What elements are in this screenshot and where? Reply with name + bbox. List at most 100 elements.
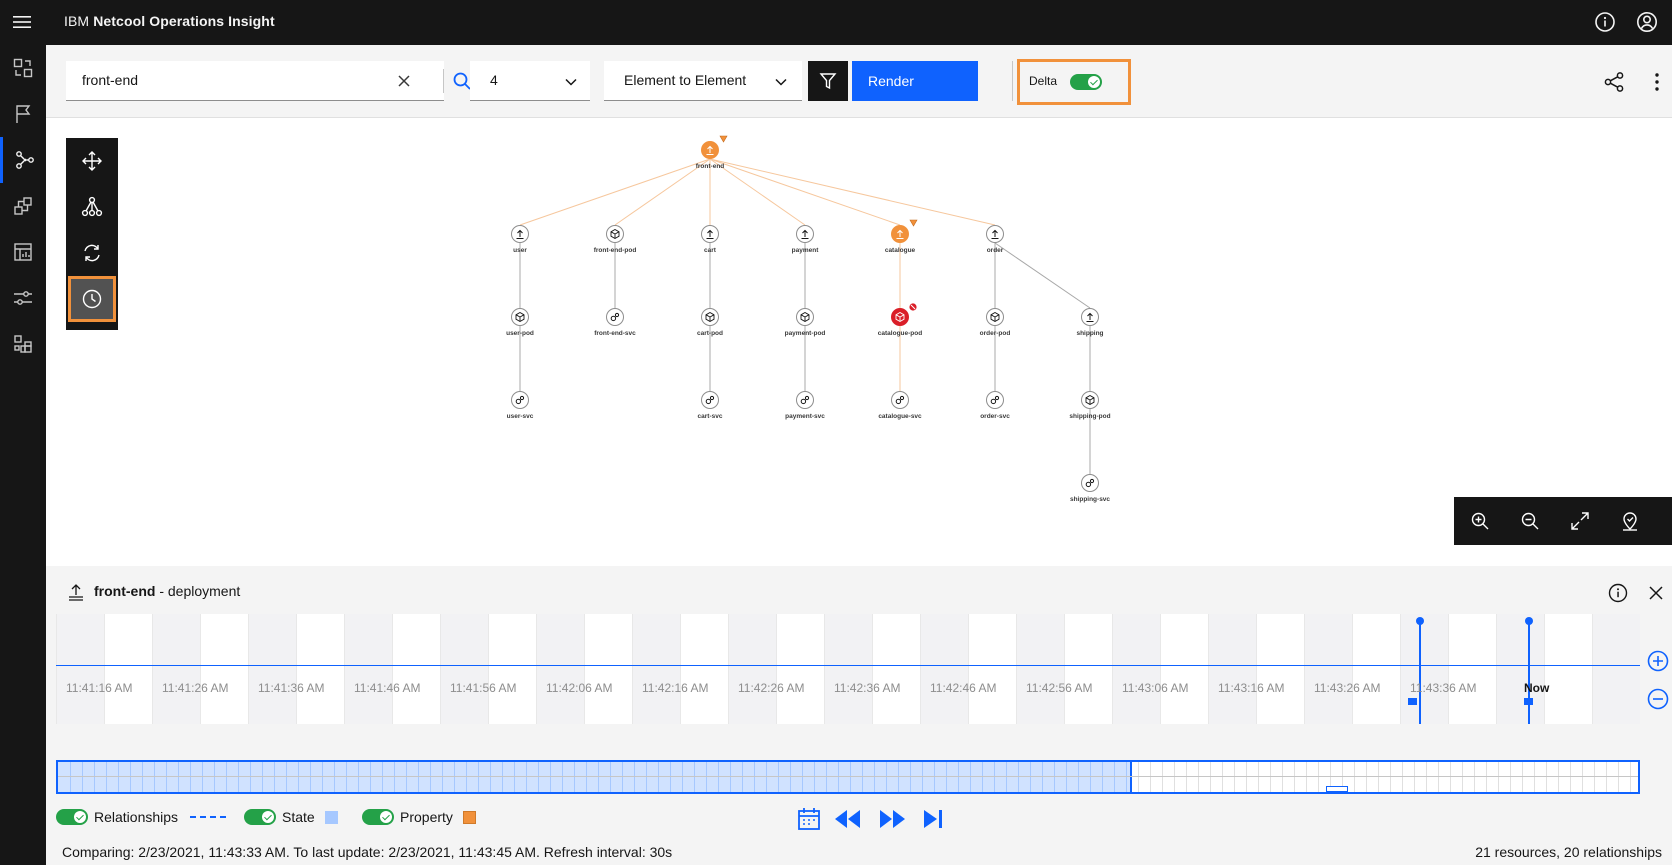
nav-incidents[interactable]: [0, 45, 46, 91]
nav-resources[interactable]: [0, 183, 46, 229]
overview-gridline: [1102, 762, 1103, 792]
topology-node[interactable]: cart: [701, 225, 719, 255]
state-toggle[interactable]: [244, 809, 276, 825]
history-tool[interactable]: [68, 276, 116, 322]
sliders-icon: [14, 291, 32, 305]
relationship-edge[interactable]: [519, 158, 711, 226]
now-flag[interactable]: [1524, 698, 1533, 705]
overview-drag-handle[interactable]: [1326, 786, 1348, 792]
overflow-menu-icon[interactable]: [1646, 71, 1668, 93]
toolbar-divider: [1012, 61, 1013, 101]
topology-node[interactable]: order-svc: [980, 391, 1010, 421]
compare-flag[interactable]: [1408, 698, 1417, 705]
now-marker-handle[interactable]: [1525, 617, 1533, 625]
topology-node[interactable]: shipping-pod: [1069, 391, 1111, 421]
property-toggle[interactable]: [362, 809, 394, 825]
info-icon[interactable]: [1608, 583, 1628, 603]
timeline-gridline: [1448, 614, 1449, 724]
search-input[interactable]: front-end: [82, 72, 138, 88]
pan-tool[interactable]: [68, 138, 116, 184]
topology-node[interactable]: shipping-svc: [1070, 474, 1110, 504]
hop-type-dropdown[interactable]: Element to Element: [604, 61, 802, 101]
topology-node[interactable]: payment: [792, 225, 820, 255]
topology-node[interactable]: order-pod: [980, 308, 1011, 338]
topology-graph[interactable]: front-end user front-end-pod cart payment cat…: [46, 118, 1672, 566]
topology-node[interactable]: payment-svc: [785, 391, 825, 421]
menu-icon[interactable]: [12, 12, 32, 32]
timeline-zoom-in-icon[interactable]: [1647, 650, 1669, 672]
relationship-edge[interactable]: [994, 242, 1091, 309]
overview-gridline: [1126, 762, 1127, 792]
timeline-gridline: [680, 614, 681, 724]
user-profile-icon[interactable]: [1636, 11, 1658, 33]
timeline-chart[interactable]: [56, 614, 1640, 724]
topology-node[interactable]: shipping: [1076, 308, 1104, 338]
timeline-band: [1496, 614, 1544, 724]
fit-to-view-button[interactable]: [1556, 497, 1604, 545]
topology-node[interactable]: user-svc: [507, 391, 534, 421]
timeline-tick-label: 11:41:16 AM: [66, 681, 133, 695]
topology-node[interactable]: front-end-svc: [594, 308, 636, 338]
topology-node[interactable]: order: [986, 225, 1004, 255]
relationship-edge[interactable]: [709, 158, 901, 226]
overview-gridline: [958, 762, 959, 792]
timeline-tick-label: 11:42:26 AM: [738, 681, 805, 695]
hops-dropdown[interactable]: 4: [470, 61, 590, 101]
search-icon[interactable]: [452, 71, 472, 91]
nav-dashboard[interactable]: [0, 229, 46, 275]
topology-node[interactable]: catalogue-pod: [878, 303, 922, 337]
calendar-icon[interactable]: [796, 806, 822, 832]
fast-forward-icon[interactable]: [878, 806, 908, 832]
timeline-zoom-out-icon[interactable]: [1647, 688, 1669, 710]
node-label: shipping-pod: [1069, 413, 1110, 420]
topology-node[interactable]: catalogue-svc: [878, 391, 922, 421]
zoom-in-button[interactable]: [1456, 497, 1504, 545]
compare-marker[interactable]: [1416, 617, 1424, 724]
zoom-out-button[interactable]: [1506, 497, 1554, 545]
overview-gridline: [646, 762, 647, 792]
overview-gridline: [910, 762, 911, 792]
filter-button[interactable]: [808, 61, 848, 101]
layout-tool[interactable]: [68, 184, 116, 230]
topology-node[interactable]: cart-svc: [698, 391, 723, 421]
now-marker[interactable]: [1525, 617, 1533, 724]
timeline-overview[interactable]: [56, 760, 1640, 794]
nav-topology[interactable]: [0, 137, 46, 183]
resource-type: - deployment: [159, 583, 241, 599]
skip-to-end-icon[interactable]: [920, 806, 946, 832]
locate-seed-button[interactable]: [1606, 497, 1654, 545]
resource-search[interactable]: front-end: [66, 61, 471, 101]
topology-node[interactable]: cart-pod: [697, 308, 723, 338]
toggle-knob: [262, 811, 274, 823]
refresh-tool[interactable]: [68, 230, 116, 276]
rewind-icon[interactable]: [832, 806, 862, 832]
overview-gridline: [130, 762, 131, 792]
nav-flags[interactable]: [0, 91, 46, 137]
timeline-tick-label: 11:41:46 AM: [354, 681, 421, 695]
delta-toggle[interactable]: [1070, 74, 1102, 90]
topology-node[interactable]: payment-pod: [785, 308, 826, 338]
info-icon[interactable]: [1594, 11, 1616, 33]
share-icon[interactable]: [1603, 71, 1625, 93]
topology-node[interactable]: front-end: [696, 135, 728, 170]
close-icon[interactable]: [1648, 585, 1664, 601]
overview-gridline: [226, 762, 227, 792]
nav-admin[interactable]: [0, 321, 46, 367]
topology-canvas[interactable]: front-end user front-end-pod cart payment cat…: [46, 118, 1672, 566]
timeline-band: [920, 614, 968, 724]
timeline-tick-label: Now: [1524, 681, 1550, 695]
relationship-edge[interactable]: [709, 158, 996, 226]
topology-node[interactable]: user: [511, 225, 529, 255]
view-tools: [66, 138, 118, 330]
topology-node[interactable]: catalogue: [885, 219, 918, 254]
clear-search-icon[interactable]: [396, 73, 412, 89]
relationships-toggle[interactable]: [56, 809, 88, 825]
render-button[interactable]: Render: [852, 61, 978, 101]
timeline-gridline: [1016, 614, 1017, 724]
compare-marker-handle[interactable]: [1416, 617, 1424, 625]
overview-gridline: [1090, 762, 1091, 792]
timeline-gridline: [1352, 614, 1353, 724]
topology-node[interactable]: front-end-pod: [594, 225, 637, 255]
nav-settings[interactable]: [0, 275, 46, 321]
topology-node[interactable]: user-pod: [506, 308, 534, 338]
